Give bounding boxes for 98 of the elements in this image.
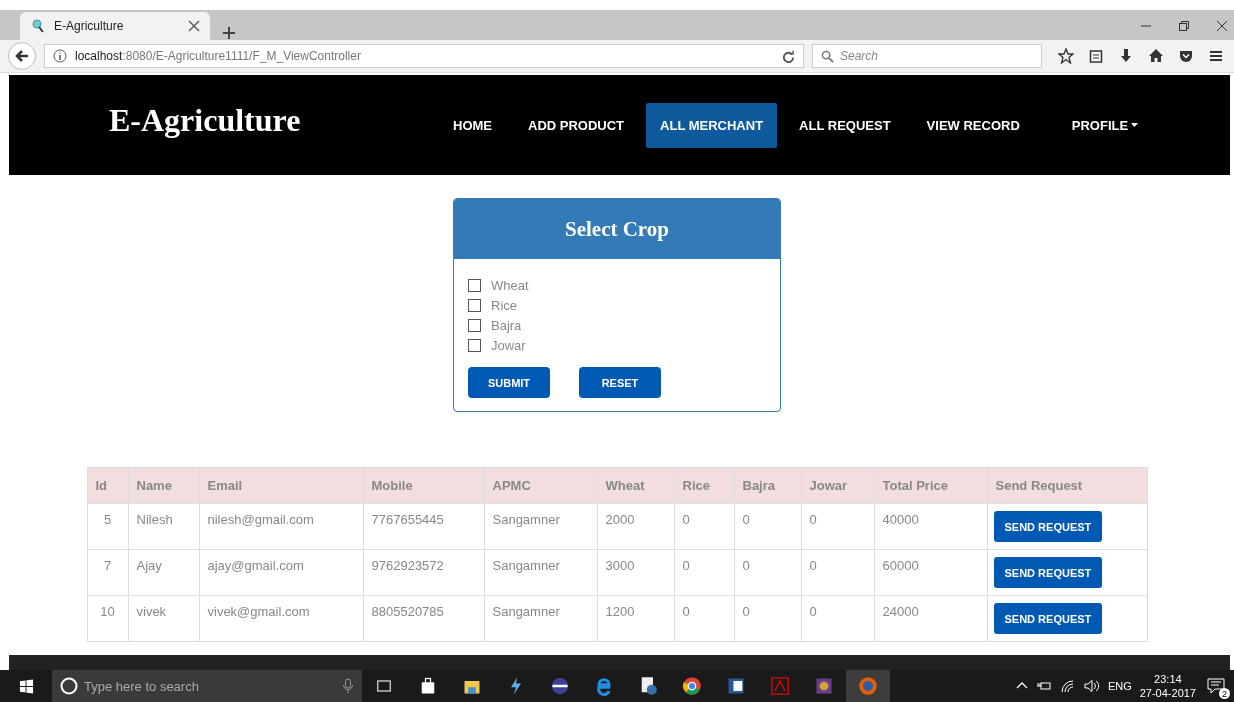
search-field[interactable]: Search — [812, 44, 1042, 68]
word-document-icon[interactable] — [726, 676, 746, 696]
profile-menu[interactable]: PROFILE — [1071, 117, 1139, 133]
column-header: Total Price — [874, 468, 988, 504]
search-icon[interactable] — [821, 49, 834, 63]
column-header: Send Request — [987, 468, 1148, 504]
sphere-icon[interactable] — [550, 676, 570, 696]
tab-title: E-Agriculture — [54, 19, 124, 33]
caret-icon — [1131, 123, 1139, 127]
nav-link[interactable]: ALL REQUEST — [785, 102, 905, 148]
download-icon[interactable] — [1118, 48, 1134, 64]
checkbox[interactable] — [468, 278, 481, 292]
checkbox-label: Rice — [491, 297, 517, 313]
restore-icon[interactable] — [1178, 20, 1190, 32]
table-cell: 7767655445 — [363, 504, 485, 550]
column-header: Rice — [674, 468, 735, 504]
table-cell: 5 — [87, 504, 129, 550]
checkbox-label: Jowar — [491, 337, 526, 353]
table-cell: 3000 — [597, 550, 675, 596]
table-cell: 24000 — [874, 596, 988, 642]
send-request-button[interactable]: SEND REQUEST — [993, 603, 1103, 634]
pocket-icon[interactable] — [1178, 48, 1194, 64]
table-cell: 0 — [734, 504, 802, 550]
table-cell: vivek@gmail.com — [199, 596, 364, 642]
table-cell: 0 — [734, 596, 802, 642]
new-tab-icon[interactable] — [222, 26, 236, 40]
language-indicator[interactable]: ENG — [1107, 680, 1132, 692]
table-cell: Sangamner — [484, 504, 598, 550]
circle-icon[interactable] — [60, 677, 78, 695]
table-cell: 0 — [674, 550, 735, 596]
clock[interactable]: 23:14 27-04-2017 — [1139, 672, 1196, 700]
nav-link[interactable]: VIEW RECORD — [912, 102, 1034, 148]
close-icon[interactable] — [1216, 20, 1228, 32]
windows-logo-icon[interactable] — [18, 678, 34, 694]
checkbox[interactable] — [468, 338, 481, 352]
reset-button[interactable]: RESET — [579, 367, 661, 398]
table-cell: 60000 — [874, 550, 988, 596]
close-icon[interactable] — [188, 20, 200, 32]
battery-plug-icon[interactable] — [1035, 679, 1052, 693]
table-cell: nilesh@gmail.com — [199, 504, 364, 550]
table-cell: 0 — [801, 596, 875, 642]
table-cell: Sangamner — [484, 550, 598, 596]
firefox-icon[interactable] — [858, 676, 878, 696]
microphone-icon[interactable] — [342, 678, 354, 694]
column-header: Email — [199, 468, 364, 504]
column-header: APMC — [484, 468, 598, 504]
nav-link[interactable]: ADD PRODUCT — [514, 102, 639, 148]
info-icon[interactable] — [53, 49, 67, 63]
send-request-button[interactable]: SEND REQUEST — [993, 511, 1103, 542]
home-icon[interactable] — [1148, 48, 1164, 64]
table-cell: 0 — [674, 596, 735, 642]
column-header: Wheat — [597, 468, 675, 504]
checkbox-label: Wheat — [491, 277, 529, 293]
table-cell: 10 — [87, 596, 129, 642]
table-cell: 40000 — [874, 504, 988, 550]
table-cell: 0 — [801, 550, 875, 596]
notification-count: 2 — [1219, 688, 1230, 699]
submit-button[interactable]: SUBMIT — [468, 367, 550, 398]
table-cell: 0 — [734, 550, 802, 596]
chrome-icon[interactable] — [682, 676, 702, 696]
column-header: Mobile — [363, 468, 485, 504]
column-header: Name — [128, 468, 200, 504]
table-cell: 2000 — [597, 504, 675, 550]
brand-title: E-Agriculture — [109, 101, 302, 139]
table-cell: 0 — [801, 504, 875, 550]
nav-link[interactable]: HOME — [439, 102, 506, 148]
table-cell: Sangamner — [484, 596, 598, 642]
menu-icon[interactable] — [1208, 48, 1224, 64]
address-bar[interactable]: localhost:8080/E-Agriculture1111/F_M_ViewController — [44, 44, 804, 68]
clipboard-icon[interactable] — [1088, 48, 1104, 64]
table-cell: ajay@gmail.com — [199, 550, 364, 596]
column-header: Bajra — [734, 468, 802, 504]
table-cell: 7 — [87, 550, 129, 596]
table-cell: 1200 — [597, 596, 675, 642]
table-cell: 8805520785 — [363, 596, 485, 642]
nav-link[interactable]: ALL MERCHANT — [646, 102, 778, 148]
speaker-icon[interactable] — [1083, 679, 1100, 693]
table-cell: 0 — [674, 504, 735, 550]
table-cell: Ajay — [128, 550, 200, 596]
checkbox[interactable] — [468, 298, 481, 312]
taskbar-search-field[interactable]: Type here to search — [52, 670, 362, 702]
table-cell: Nilesh — [128, 504, 200, 550]
wifi-icon[interactable] — [1059, 679, 1076, 693]
table-cell: 9762923572 — [363, 550, 485, 596]
reload-icon[interactable] — [782, 49, 795, 63]
back-button[interactable] — [8, 42, 36, 70]
column-header: Id — [87, 468, 129, 504]
table-cell: vivek — [128, 596, 200, 642]
back-arrow-icon[interactable] — [15, 49, 29, 63]
column-header: Jowar — [801, 468, 875, 504]
card-title: Select Crop — [565, 216, 669, 242]
checkbox[interactable] — [468, 318, 481, 332]
checkbox-label: Bajra — [491, 317, 522, 333]
url-text: localhost:8080/E-Agriculture1111/F_M_ViewController — [75, 49, 361, 63]
browser-tab[interactable]: E-Agriculture — [20, 12, 210, 40]
browser-e-icon[interactable] — [594, 676, 614, 696]
send-request-button[interactable]: SEND REQUEST — [993, 557, 1103, 588]
star-icon[interactable] — [1058, 48, 1074, 64]
